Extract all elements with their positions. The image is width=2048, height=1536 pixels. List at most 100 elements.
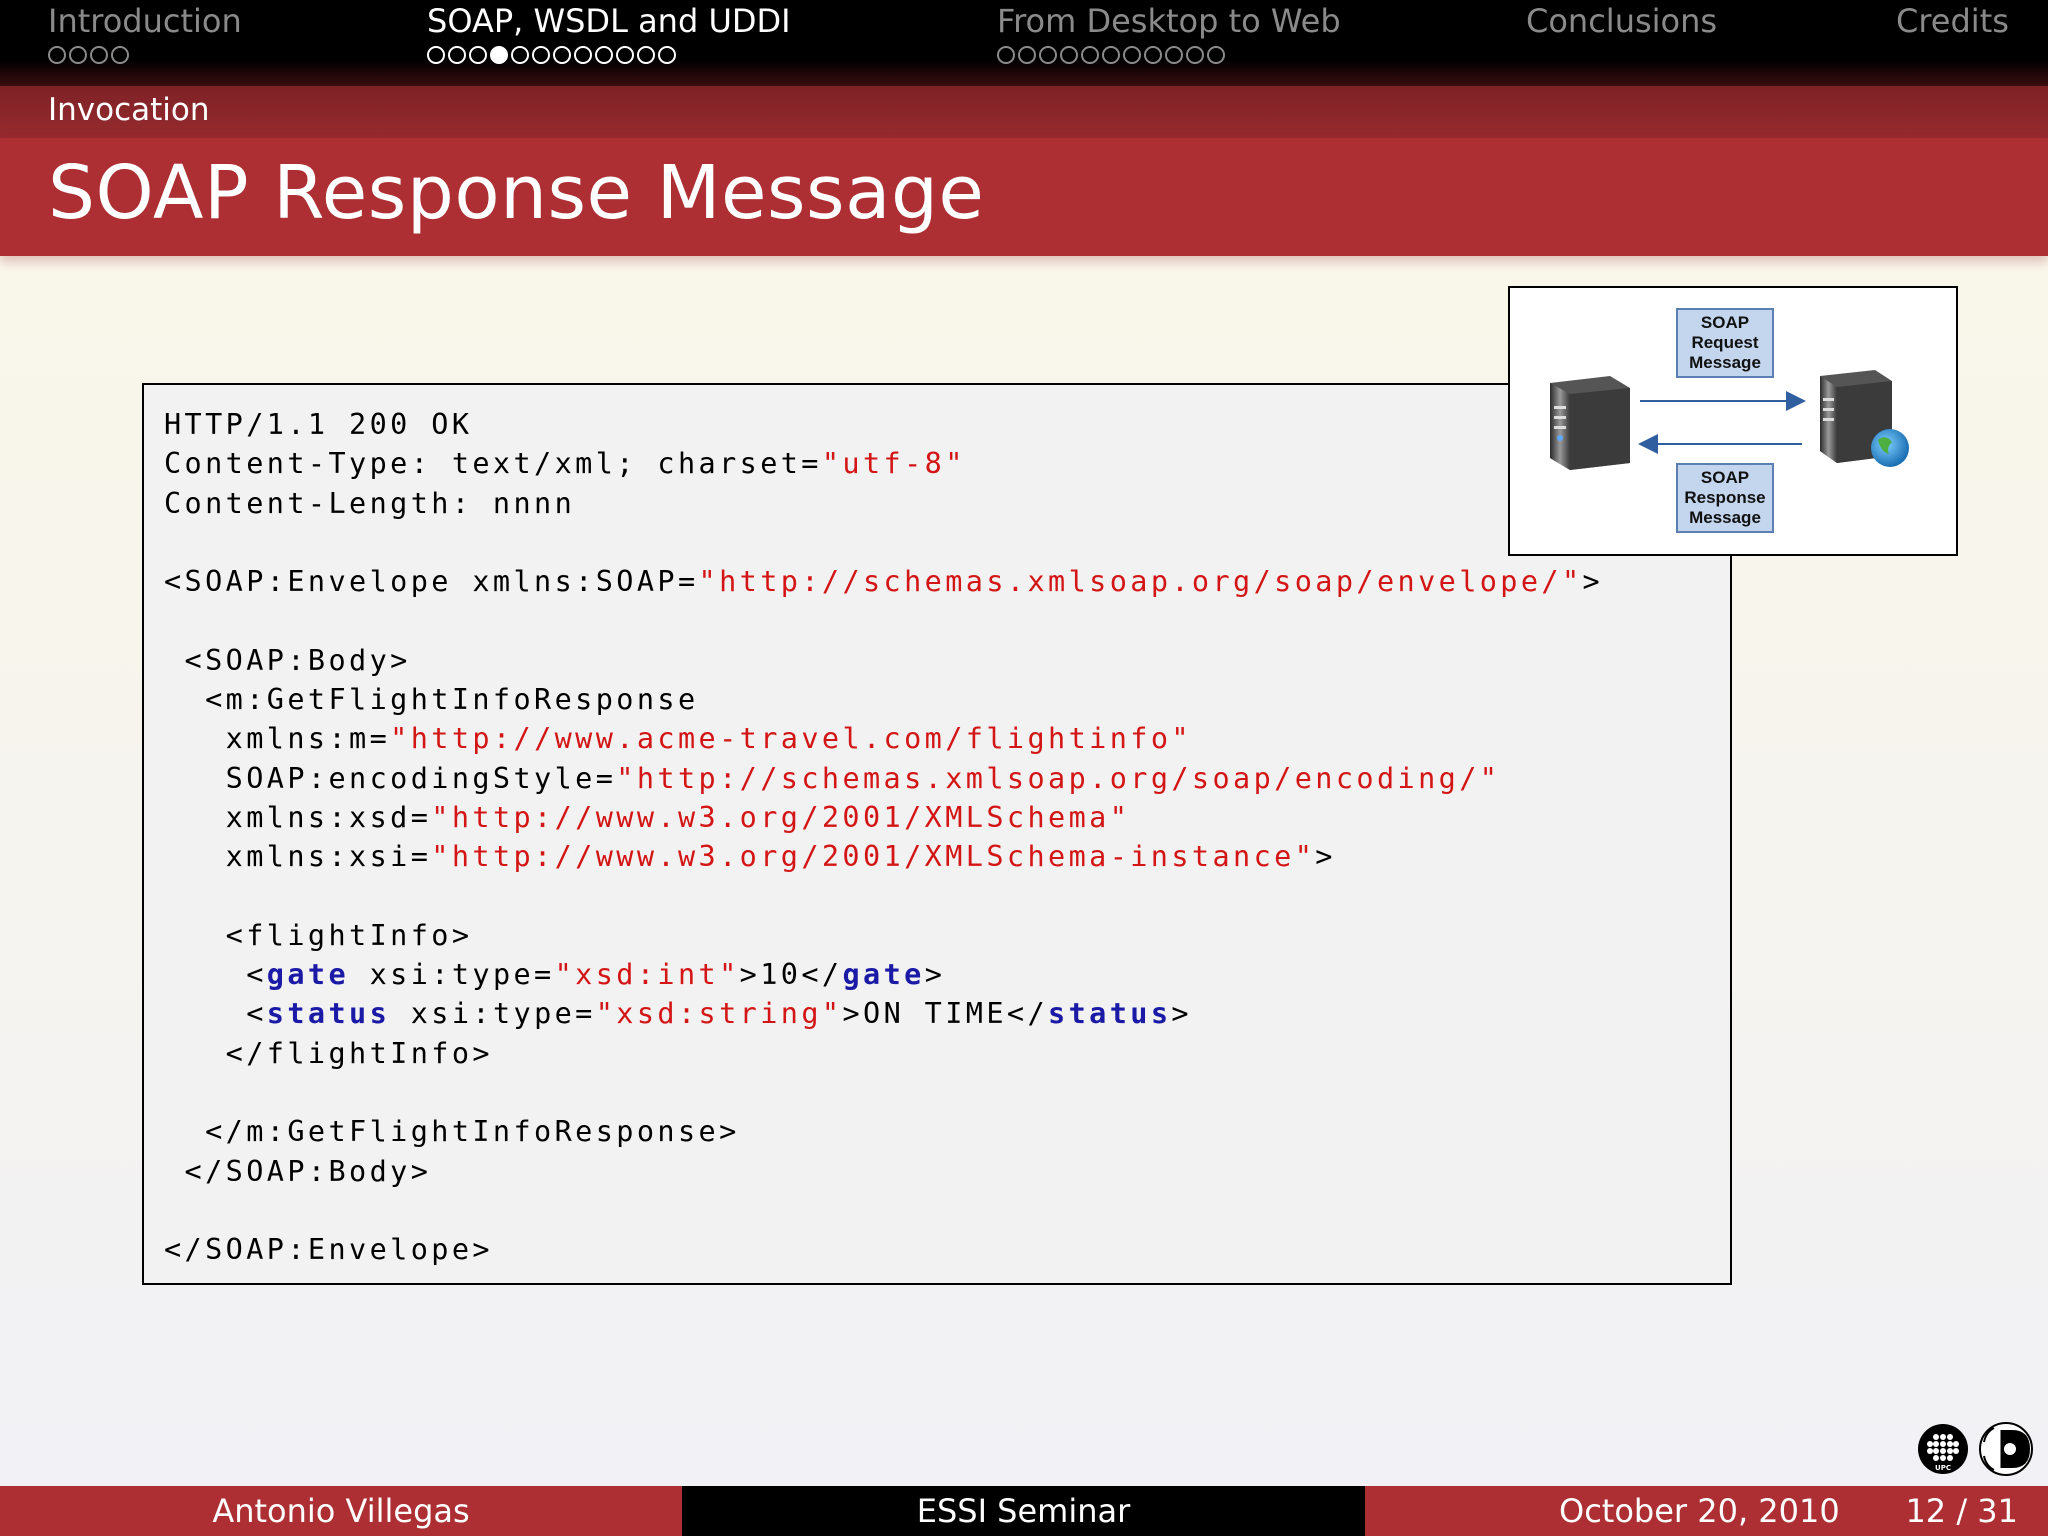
code-keyword: gate xyxy=(266,958,350,992)
soap-exchange-diagram: SOAP Request Message SOAP Response Messa… xyxy=(1508,286,1958,556)
doctorate-logo-icon xyxy=(1979,1422,2033,1476)
client-server-icon xyxy=(1550,376,1630,470)
nav-frame-dot[interactable] xyxy=(1018,46,1036,64)
nav-frame-dot[interactable] xyxy=(574,46,592,64)
nav-frame-dot[interactable] xyxy=(1207,46,1225,64)
nav-frame-dot[interactable] xyxy=(48,46,66,64)
nav-frame-dot[interactable] xyxy=(111,46,129,64)
code-token: > xyxy=(1171,997,1192,1031)
nav-frame-dots[interactable] xyxy=(997,46,1341,68)
code-string: "utf-8" xyxy=(821,447,966,481)
nav-frame-dot[interactable] xyxy=(90,46,108,64)
nav-frame-dot[interactable] xyxy=(1165,46,1183,64)
subsection-bar: Invocation xyxy=(0,86,2048,138)
footer-bar: Antonio Villegas ESSI Seminar October 20… xyxy=(0,1486,2048,1536)
nav-frame-dot[interactable] xyxy=(1144,46,1162,64)
code-token: >10</ xyxy=(739,958,843,992)
nav-frame-dot[interactable] xyxy=(553,46,571,64)
nav-frame-dot[interactable] xyxy=(997,46,1015,64)
request-message-box: SOAP Request Message xyxy=(1676,308,1774,378)
footer-author: Antonio Villegas xyxy=(0,1486,682,1536)
nav-section-conclusions[interactable]: Conclusions xyxy=(1526,2,1717,40)
nav-section-introduction[interactable]: Introduction xyxy=(48,2,242,68)
request-label-line: Request xyxy=(1691,333,1759,352)
code-line: </m:GetFlightInfoResponse> xyxy=(164,1115,740,1149)
code-line: Content-Type: text/xml; charset= xyxy=(164,447,822,481)
svg-text:UPC: UPC xyxy=(1935,1464,1951,1472)
nav-frame-dot[interactable] xyxy=(511,46,529,64)
nav-section-label: From Desktop to Web xyxy=(997,2,1341,40)
nav-frame-dot[interactable] xyxy=(658,46,676,64)
nav-section-label: Introduction xyxy=(48,2,242,40)
code-line: </SOAP:Envelope> xyxy=(164,1233,493,1267)
code-string: "xsd:string" xyxy=(595,997,843,1031)
code-string: "http://www.acme-travel.com/flightinfo" xyxy=(390,722,1192,756)
nav-section-desktop-to-web[interactable]: From Desktop to Web xyxy=(997,2,1341,68)
code-line: xmlns:xsi= xyxy=(164,840,432,874)
code-keyword: status xyxy=(1048,997,1172,1031)
nav-section-label: Conclusions xyxy=(1526,2,1718,40)
nav-frame-dot[interactable] xyxy=(69,46,87,64)
code-line: <m:GetFlightInfoResponse xyxy=(164,683,699,717)
code-line: <flightInfo> xyxy=(164,918,473,952)
code-token: >ON TIME</ xyxy=(842,997,1049,1031)
code-line: <SOAP:Body> xyxy=(164,643,411,677)
nav-frame-dot[interactable] xyxy=(637,46,655,64)
code-keyword: gate xyxy=(842,958,925,992)
web-server-icon xyxy=(1820,370,1909,467)
code-token: xsi:type= xyxy=(349,958,555,992)
upc-logo-icon: UPC xyxy=(1927,1434,1959,1472)
nav-frame-dot[interactable] xyxy=(532,46,550,64)
nav-section-soap-wsdl-uddi[interactable]: SOAP, WSDL and UDDI xyxy=(427,2,791,68)
code-listing: HTTP/1.1 200 OK Content-Type: text/xml; … xyxy=(142,383,1732,1285)
nav-section-label: Credits xyxy=(1896,2,2009,40)
nav-frame-dot[interactable] xyxy=(616,46,634,64)
code-string: "http://www.w3.org/2001/XMLSchema-instan… xyxy=(431,840,1316,874)
nav-section-label: SOAP, WSDL and UDDI xyxy=(427,2,791,40)
code-line: xmlns:xsd= xyxy=(164,800,432,834)
nav-frame-dot[interactable] xyxy=(469,46,487,64)
nav-section-credits[interactable]: Credits xyxy=(1896,2,2009,40)
code-token: > xyxy=(1315,840,1336,874)
code-token: < xyxy=(164,997,267,1031)
response-message-box: SOAP Response Message xyxy=(1676,463,1774,533)
request-label-line: SOAP xyxy=(1700,313,1750,332)
section-navigation: Introduction SOAP, WSDL and UDDI From De… xyxy=(0,0,2048,86)
nav-frame-dot[interactable] xyxy=(448,46,466,64)
footer-date: October 20, 2010 xyxy=(1559,1492,1840,1530)
nav-frame-dot[interactable] xyxy=(1186,46,1204,64)
code-string: "http://www.w3.org/2001/XMLSchema" xyxy=(431,800,1131,834)
soap-response-code: HTTP/1.1 200 OK Content-Type: text/xml; … xyxy=(164,405,1603,1270)
nav-frame-dots[interactable] xyxy=(48,46,242,68)
code-line: <SOAP:Envelope xmlns:SOAP= xyxy=(164,565,699,599)
response-label-line: Message xyxy=(1689,508,1761,527)
nav-frame-dot[interactable] xyxy=(1102,46,1120,64)
code-token: < xyxy=(164,958,267,992)
nav-frame-dot[interactable] xyxy=(1081,46,1099,64)
footer-right: October 20, 2010 12 / 31 xyxy=(1365,1486,2048,1536)
code-line: HTTP/1.1 200 OK xyxy=(164,408,473,441)
slide-title: SOAP Response Message xyxy=(48,150,985,236)
code-token: > xyxy=(1582,565,1604,599)
request-label-line: Message xyxy=(1689,353,1761,372)
nav-frame-dot[interactable] xyxy=(490,46,508,64)
nav-frame-dot[interactable] xyxy=(1039,46,1057,64)
code-string: "xsd:int" xyxy=(554,958,740,992)
footer-page-number: 12 / 31 xyxy=(1905,1492,2018,1530)
code-token: xsi:type= xyxy=(390,997,596,1031)
nav-frame-dot[interactable] xyxy=(427,46,445,64)
code-keyword: status xyxy=(266,997,391,1031)
code-line: </SOAP:Body> xyxy=(164,1154,432,1188)
response-label-line: Response xyxy=(1684,488,1766,507)
upc-logo: UPC xyxy=(1918,1424,1968,1474)
nav-frame-dot[interactable] xyxy=(595,46,613,64)
title-bar: SOAP Response Message xyxy=(0,138,2048,256)
footer-event: ESSI Seminar xyxy=(682,1486,1365,1536)
code-line: Content-Length: nnnn xyxy=(164,486,576,520)
nav-frame-dots[interactable] xyxy=(427,46,791,68)
subsection-title: Invocation xyxy=(48,92,210,128)
code-string: "http://schemas.xmlsoap.org/soap/encodin… xyxy=(616,761,1501,795)
nav-frame-dot[interactable] xyxy=(1123,46,1141,64)
response-label-line: SOAP xyxy=(1700,468,1750,487)
nav-frame-dot[interactable] xyxy=(1060,46,1078,64)
